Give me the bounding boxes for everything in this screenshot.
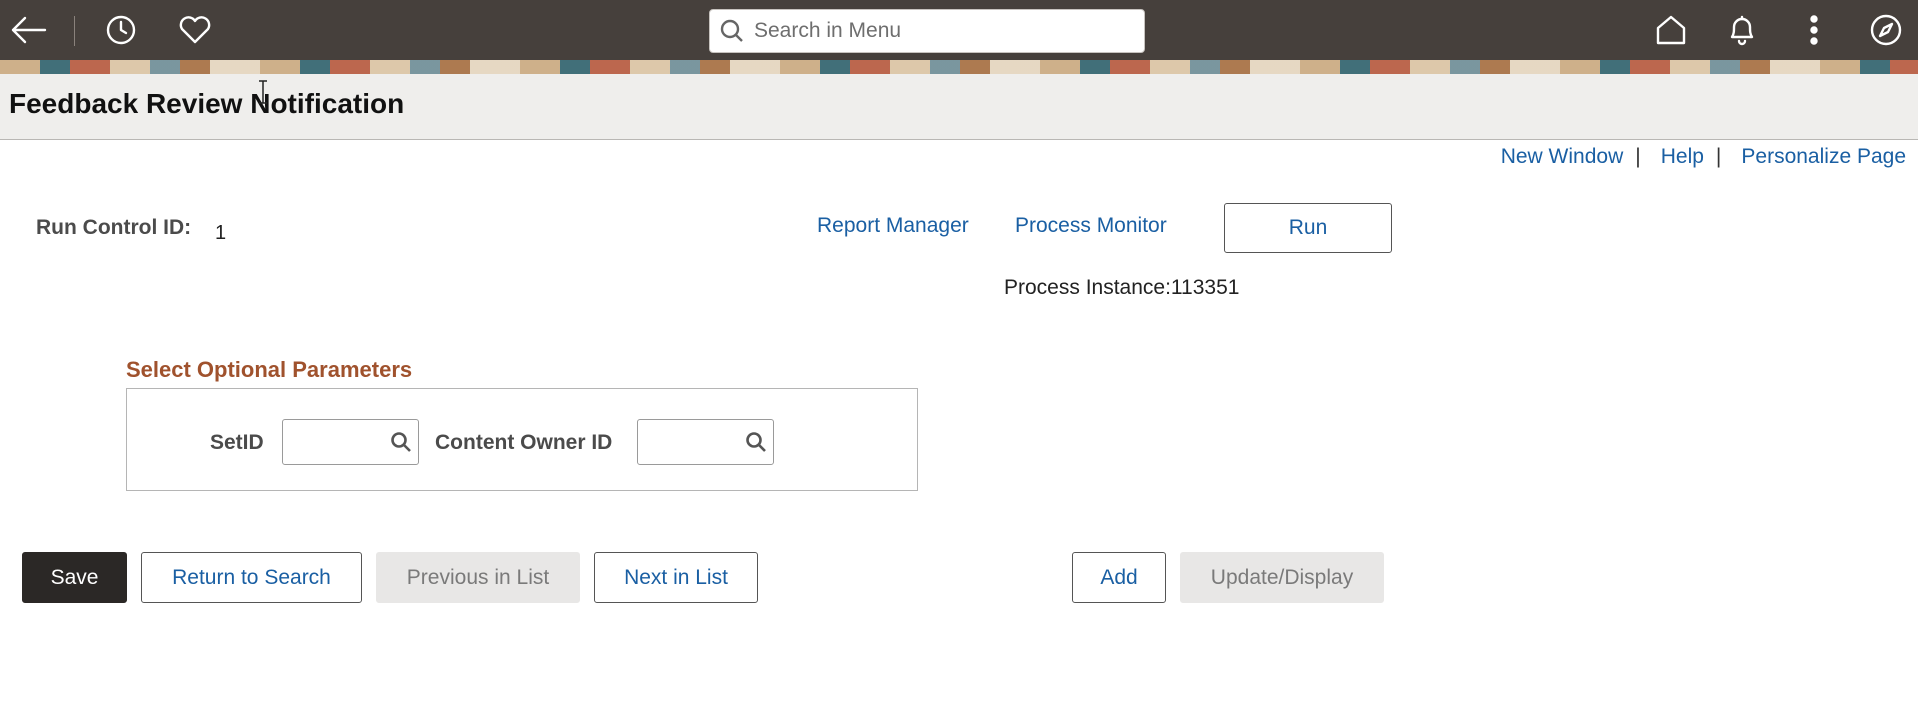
process-monitor-link[interactable]: Process Monitor [1015,214,1167,238]
top-navigation-bar [0,0,1918,60]
text-cursor-icon [259,80,267,104]
menu-search-box[interactable] [709,9,1145,53]
more-actions-icon[interactable] [1794,10,1834,50]
personalize-page-link[interactable]: Personalize Page [1741,145,1906,169]
process-instance-value: 113351 [1170,276,1240,299]
run-button[interactable]: Run [1224,203,1392,253]
setid-lookup-search-icon[interactable] [384,422,418,462]
optional-parameters-title: Select Optional Parameters [126,357,413,382]
history-icon[interactable] [101,10,141,50]
page-title-bar: Feedback Review Notification [0,74,1918,140]
previous-in-list-button[interactable]: Previous in List [376,552,580,603]
new-window-link[interactable]: New Window [1501,145,1624,169]
back-arrow-icon[interactable] [8,10,48,50]
link-separator: | [1715,145,1722,168]
content-owner-id-input[interactable] [638,422,739,462]
link-separator: | [1635,145,1641,168]
run-control-id-value: 1 [215,222,227,244]
save-button[interactable]: Save [22,552,127,603]
search-icon [710,11,754,51]
help-link[interactable]: Help [1661,145,1704,169]
setid-input[interactable] [283,422,384,462]
process-instance-label: Process Instance: [1004,276,1171,299]
content-owner-lookup-search-icon[interactable] [739,422,773,462]
decorative-banner [0,60,1918,74]
navigator-compass-icon[interactable] [1866,10,1906,50]
content-owner-id-label: Content Owner ID [435,431,613,454]
update-display-button[interactable]: Update/Display [1180,552,1384,603]
page-title: Feedback Review Notification [9,88,405,119]
header-divider [74,16,75,46]
next-in-list-button[interactable]: Next in List [594,552,758,603]
home-icon[interactable] [1651,10,1691,50]
content-owner-id-field [637,419,774,465]
optional-parameters-group: SetID Content Owner ID [126,388,918,491]
page-utility-links: New Window | Help | Personalize Page [1501,145,1906,169]
run-control-id-label: Run Control ID: [36,216,192,239]
setid-field [282,419,419,465]
favorites-heart-icon[interactable] [175,10,215,50]
process-instance: Process Instance:113351 [1004,276,1239,300]
notifications-bell-icon[interactable] [1722,10,1762,50]
add-button[interactable]: Add [1072,552,1166,603]
return-to-search-button[interactable]: Return to Search [141,552,362,603]
setid-label: SetID [210,431,264,454]
menu-search-input[interactable] [754,11,1144,51]
report-manager-link[interactable]: Report Manager [817,214,969,238]
